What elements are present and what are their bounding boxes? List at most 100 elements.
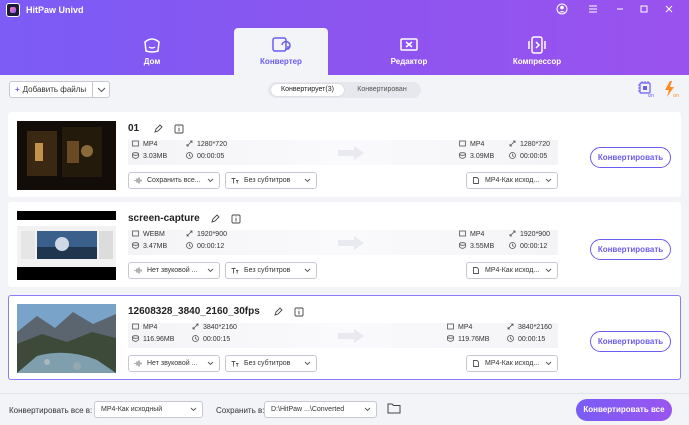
- target-format: MP4: [459, 230, 484, 238]
- tab-editor-label: Редактор: [390, 57, 428, 66]
- add-files-label: Добавить файлы: [22, 85, 87, 94]
- target-size: 3.55MB: [459, 242, 494, 250]
- chevron-down-icon: [207, 361, 214, 366]
- source-duration: 00:00:15: [192, 335, 230, 343]
- tab-editor[interactable]: Редактор: [362, 28, 456, 75]
- maximize-icon[interactable]: [637, 3, 651, 17]
- conversion-status-toggle: Конвертирует(3) Конвертирован: [268, 82, 421, 98]
- file-card-selected[interactable]: 12608328_3840_2160_30fps MP4 116.96MB 38…: [8, 295, 681, 380]
- convert-all-format-dropdown[interactable]: MP4-Как исходный: [94, 401, 203, 418]
- text-icon: [231, 268, 239, 274]
- tab-converter-label: Конвертер: [260, 57, 302, 66]
- minimize-icon[interactable]: [613, 3, 627, 17]
- info-icon[interactable]: [174, 124, 184, 134]
- target-duration: 00:00:12: [509, 242, 547, 250]
- file-icon: [473, 177, 479, 184]
- account-icon[interactable]: [555, 3, 569, 17]
- target-resolution: 1280*720: [509, 140, 550, 148]
- audio-wave-icon: [134, 360, 142, 367]
- output-format-dropdown[interactable]: MP4-Как исход...: [466, 262, 558, 279]
- app-logo: [6, 3, 20, 17]
- target-resolution: 3840*2160: [507, 323, 552, 331]
- target-size: 119.76MB: [447, 335, 489, 343]
- save-path-dropdown[interactable]: D:\HitPaw ...\Converted: [264, 401, 377, 418]
- tab-converting[interactable]: Конвертирует(3): [271, 84, 344, 96]
- tab-converted[interactable]: Конвертирован: [346, 84, 418, 96]
- subtitle-dropdown[interactable]: Без субтитров: [225, 262, 317, 279]
- tab-compressor-label: Компрессор: [512, 57, 562, 66]
- video-thumbnail: [17, 211, 116, 280]
- source-size: 3.03MB: [132, 152, 167, 160]
- output-format-dropdown[interactable]: MP4-Как исход...: [466, 172, 558, 189]
- source-resolution: 1280*720: [186, 140, 227, 148]
- chevron-down-icon: [545, 361, 552, 366]
- text-icon: [231, 361, 239, 367]
- compressor-icon: [528, 36, 546, 54]
- source-format: WEBM: [132, 230, 165, 238]
- gpu-boost-icon[interactable]: on: [662, 80, 680, 99]
- source-format: MP4: [132, 323, 157, 331]
- audio-track-dropdown[interactable]: Сохранить все...: [128, 172, 220, 189]
- save-to-label: Сохранить в:: [216, 406, 265, 415]
- add-files-dropdown[interactable]: [92, 82, 109, 97]
- target-duration: 00:00:05: [509, 152, 547, 160]
- target-size: 3.09MB: [459, 152, 494, 160]
- audio-track-dropdown[interactable]: Нет звуковой ...: [128, 262, 220, 279]
- footer-bar: Конвертировать все в: MP4-Как исходный С…: [0, 393, 689, 425]
- svg-text:on: on: [648, 93, 654, 98]
- file-card[interactable]: 01 MP4 3.03MB 1280*720 00:00:05 MP4 3.09…: [8, 112, 681, 197]
- file-icon: [473, 267, 479, 274]
- converter-icon: [272, 37, 291, 52]
- chevron-down-icon: [97, 87, 106, 93]
- tab-home[interactable]: Дом: [105, 28, 199, 75]
- convert-all-button[interactable]: Конвертировать все: [576, 399, 672, 421]
- source-duration: 00:00:12: [186, 242, 224, 250]
- app-header: HitPaw Univd Дом Конвертер Редактор Комп…: [0, 0, 689, 75]
- source-format: MP4: [132, 140, 157, 148]
- chevron-down-icon: [304, 268, 311, 273]
- tab-converter[interactable]: Конвертер: [234, 28, 328, 75]
- add-files-button[interactable]: + Добавить файлы: [10, 82, 92, 97]
- chevron-down-icon: [545, 178, 552, 183]
- chevron-down-icon: [207, 268, 214, 273]
- file-name: 12608328_3840_2160_30fps: [128, 306, 260, 317]
- app-title: HitPaw Univd: [26, 5, 84, 15]
- edit-name-icon[interactable]: [210, 214, 220, 224]
- output-format-dropdown[interactable]: MP4-Как исход...: [466, 355, 558, 372]
- menu-icon[interactable]: [586, 3, 600, 17]
- target-format: MP4: [447, 323, 472, 331]
- info-icon[interactable]: [231, 214, 241, 224]
- svg-text:on: on: [673, 93, 679, 98]
- chevron-down-icon: [190, 407, 197, 412]
- edit-name-icon[interactable]: [273, 307, 283, 317]
- file-icon: [473, 360, 479, 367]
- audio-wave-icon: [134, 267, 142, 274]
- hardware-acceleration-icon[interactable]: on: [637, 80, 655, 99]
- close-icon[interactable]: [662, 3, 676, 17]
- subtitle-dropdown[interactable]: Без субтитров: [225, 172, 317, 189]
- folder-icon[interactable]: [387, 402, 401, 414]
- video-thumbnail: [17, 121, 116, 190]
- convert-arrow-icon: [338, 146, 364, 160]
- target-resolution: 1920*900: [509, 230, 550, 238]
- edit-name-icon[interactable]: [153, 124, 163, 134]
- convert-arrow-icon: [338, 236, 364, 250]
- convert-all-to-label: Конвертировать все в:: [9, 406, 93, 415]
- tab-compressor[interactable]: Компрессор: [490, 28, 584, 75]
- audio-wave-icon: [134, 177, 142, 184]
- home-icon: [144, 38, 160, 53]
- subtitle-dropdown[interactable]: Без субтитров: [225, 355, 317, 372]
- info-icon[interactable]: [294, 307, 304, 317]
- chevron-down-icon: [545, 268, 552, 273]
- file-name: screen-capture: [128, 213, 200, 224]
- target-duration: 00:00:15: [507, 335, 545, 343]
- convert-button[interactable]: Конвертировать: [590, 239, 671, 260]
- chevron-down-icon: [304, 178, 311, 183]
- convert-arrow-icon: [338, 329, 364, 343]
- convert-button[interactable]: Конвертировать: [590, 331, 671, 352]
- source-resolution: 3840*2160: [192, 323, 237, 331]
- audio-track-dropdown[interactable]: Нет звуковой ...: [128, 355, 220, 372]
- file-card[interactable]: screen-capture WEBM 3.47MB 1920*900 00:0…: [8, 202, 681, 287]
- convert-button[interactable]: Конвертировать: [590, 147, 671, 168]
- add-files-control: + Добавить файлы: [9, 81, 110, 98]
